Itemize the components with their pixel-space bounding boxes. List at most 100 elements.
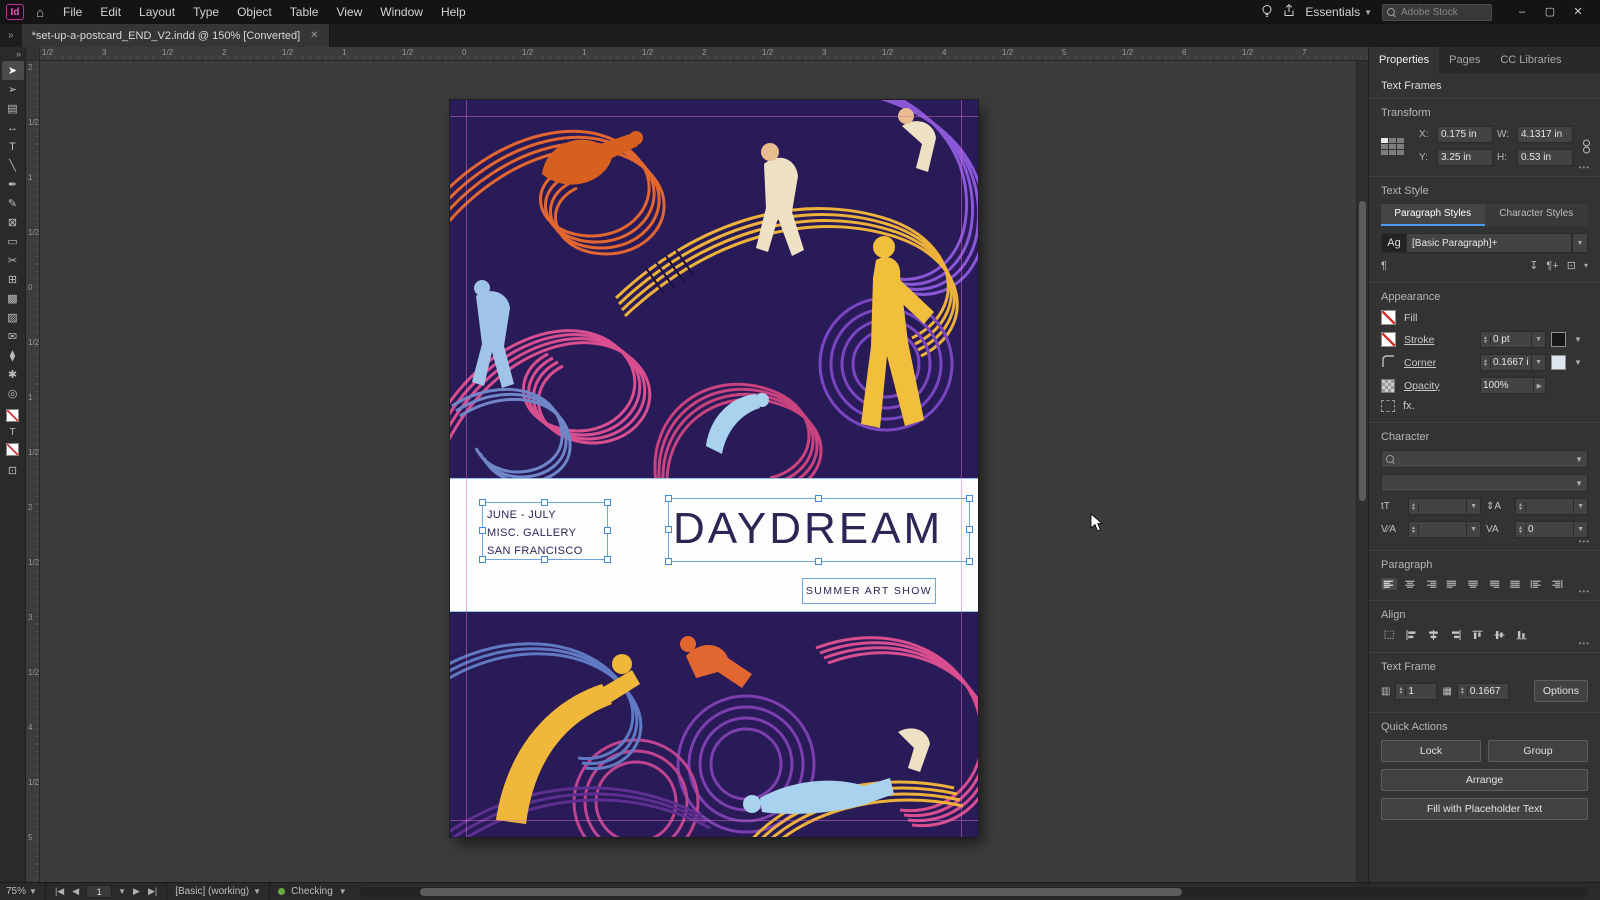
style-options-icon[interactable]: ⊡ xyxy=(1567,259,1576,272)
share-icon[interactable] xyxy=(1283,4,1295,20)
object-effects-icon[interactable] xyxy=(1381,400,1395,412)
selection-handle[interactable] xyxy=(966,495,973,502)
justify-center-icon[interactable] xyxy=(1465,578,1481,590)
selection-handle[interactable] xyxy=(966,526,973,533)
reference-point-selector[interactable] xyxy=(1381,137,1415,155)
chevron-down-icon[interactable]: ▼ xyxy=(118,887,126,896)
vertical-ruler[interactable]: 21/211/201/211/221/231/241/251/26 xyxy=(26,61,40,882)
selection-handle[interactable] xyxy=(815,495,822,502)
line-tool[interactable]: ╲ xyxy=(2,156,24,175)
artwork-frame-top[interactable] xyxy=(450,100,978,478)
font-size-input[interactable] xyxy=(1418,501,1467,512)
opacity-stepper[interactable]: ▶ xyxy=(1480,377,1546,394)
leading-input[interactable] xyxy=(1525,501,1574,512)
align-vertical-bottom-icon[interactable] xyxy=(1513,628,1530,642)
fx-label[interactable]: fx. xyxy=(1403,400,1415,412)
pilcrow-icon[interactable]: ¶ xyxy=(1381,260,1387,272)
horizontal-scrollbar[interactable] xyxy=(358,886,1588,897)
formatting-affects-text-icon[interactable]: T xyxy=(9,427,15,438)
corner-style-swatch[interactable] xyxy=(1551,355,1566,370)
chevron-down-icon[interactable]: ▼ xyxy=(1574,335,1588,344)
justify-left-icon[interactable] xyxy=(1444,578,1460,590)
fill-swatch-indicator[interactable] xyxy=(6,409,19,422)
align-left-icon[interactable] xyxy=(1381,578,1397,590)
more-options-button[interactable]: ••• xyxy=(1579,639,1590,648)
justify-right-icon[interactable] xyxy=(1486,578,1502,590)
selection-handle[interactable] xyxy=(541,556,548,563)
stroke-weight-input[interactable] xyxy=(1490,334,1532,345)
columns-stepper[interactable]: ▲ ▼ xyxy=(1395,682,1438,700)
align-horizontal-right-icon[interactable] xyxy=(1447,628,1464,642)
align-right-icon[interactable] xyxy=(1423,578,1439,590)
next-page-button[interactable]: ▶ xyxy=(132,886,141,897)
constrain-proportions-icon[interactable] xyxy=(1577,139,1595,154)
eyedropper-tool[interactable]: ⧫ xyxy=(2,346,24,365)
selection-tool[interactable]: ➤ xyxy=(1,61,24,80)
columns-input[interactable] xyxy=(1406,685,1437,697)
transform-h-input[interactable] xyxy=(1517,149,1573,166)
postcard-page[interactable]: JUNE - JULY MISC. GALLERY SAN FRANCISCO xyxy=(450,100,978,837)
selection-handle[interactable] xyxy=(479,527,486,534)
character-styles-tab[interactable]: Character Styles xyxy=(1484,204,1588,226)
stroke-weight-stepper[interactable]: ▲▼▼ xyxy=(1480,331,1546,348)
kerning-stepper[interactable]: ▲ ▼ ▼ xyxy=(1408,521,1481,538)
style-dropdown-icon[interactable]: ▼ xyxy=(1572,233,1588,253)
font-size-stepper[interactable]: ▲ ▼ ▼ xyxy=(1408,498,1481,515)
more-options-button[interactable]: ••• xyxy=(1579,163,1590,172)
stroke-link[interactable]: Stroke xyxy=(1404,334,1475,346)
info-text-frame[interactable]: JUNE - JULY MISC. GALLERY SAN FRANCISCO xyxy=(479,499,611,563)
preflight-profile-select[interactable]: [Basic] (working) ▼ xyxy=(175,886,261,897)
page-tool[interactable]: ▤ xyxy=(2,99,24,118)
transform-y-input[interactable] xyxy=(1437,149,1493,166)
corner-radius-input[interactable] xyxy=(1490,357,1532,368)
previous-page-button[interactable]: ◀ xyxy=(71,886,80,897)
stroke-swatch[interactable] xyxy=(1381,332,1396,347)
align-horizontal-left-icon[interactable] xyxy=(1403,628,1420,642)
panel-collapse-icon[interactable]: » xyxy=(0,24,22,47)
menu-item[interactable]: Table xyxy=(281,0,328,24)
tab-cc-libraries[interactable]: CC Libraries xyxy=(1490,47,1571,73)
paragraph-styles-tab[interactable]: Paragraph Styles xyxy=(1381,204,1485,226)
selection-handle[interactable] xyxy=(665,495,672,502)
opacity-link[interactable]: Opacity xyxy=(1404,380,1475,392)
indesign-app-icon[interactable]: Id xyxy=(6,4,24,20)
transform-w-input[interactable] xyxy=(1517,126,1573,143)
tab-pages[interactable]: Pages xyxy=(1439,47,1490,73)
selection-handle[interactable] xyxy=(815,558,822,565)
corner-radius-stepper[interactable]: ▲▼▼ xyxy=(1480,354,1546,371)
toolbar-collapse-icon[interactable]: » xyxy=(16,49,25,59)
group-button[interactable]: Group xyxy=(1488,740,1588,762)
search-input[interactable] xyxy=(1399,5,1487,19)
more-options-button[interactable]: ••• xyxy=(1579,587,1590,596)
first-page-button[interactable]: |◀ xyxy=(54,886,65,897)
menu-item[interactable]: File xyxy=(54,0,91,24)
gap-tool[interactable]: ↔ xyxy=(2,118,24,137)
align-center-icon[interactable] xyxy=(1402,578,1418,590)
arrange-button[interactable]: Arrange xyxy=(1381,769,1588,791)
menu-item[interactable]: Layout xyxy=(130,0,184,24)
margin-guide[interactable] xyxy=(466,100,467,837)
opacity-input[interactable] xyxy=(1481,380,1533,391)
free-transform-tool[interactable]: ⊞ xyxy=(2,270,24,289)
chevron-down-icon[interactable]: ▼ xyxy=(339,887,347,896)
home-icon[interactable]: ⌂ xyxy=(30,5,50,20)
gradient-swatch-tool[interactable]: ▩ xyxy=(2,289,24,308)
selection-handle[interactable] xyxy=(966,558,973,565)
align-vertical-center-icon[interactable] xyxy=(1491,628,1508,642)
paragraph-style-select[interactable]: [Basic Paragraph]+ xyxy=(1407,233,1572,253)
align-vertical-top-icon[interactable] xyxy=(1469,628,1486,642)
subtitle-text-frame[interactable]: SUMMER ART SHOW xyxy=(802,578,936,604)
margin-guide[interactable] xyxy=(450,116,978,117)
selection-handle[interactable] xyxy=(479,556,486,563)
page-number-input[interactable] xyxy=(86,885,113,898)
selection-handle[interactable] xyxy=(665,526,672,533)
tab-close-icon[interactable]: ✕ xyxy=(310,30,318,41)
learn-lightbulb-icon[interactable] xyxy=(1261,4,1273,21)
transform-x-input[interactable] xyxy=(1437,126,1493,143)
gradient-feather-tool[interactable]: ▨ xyxy=(2,308,24,327)
pasteboard[interactable]: JUNE - JULY MISC. GALLERY SAN FRANCISCO xyxy=(40,61,1356,882)
vertical-scrollbar[interactable] xyxy=(1356,61,1368,882)
document-tab[interactable]: *set-up-a-postcard_END_V2.indd @ 150% [C… xyxy=(21,24,330,47)
horizontal-scrollbar-thumb[interactable] xyxy=(420,887,1183,896)
margin-guide[interactable] xyxy=(961,100,962,837)
